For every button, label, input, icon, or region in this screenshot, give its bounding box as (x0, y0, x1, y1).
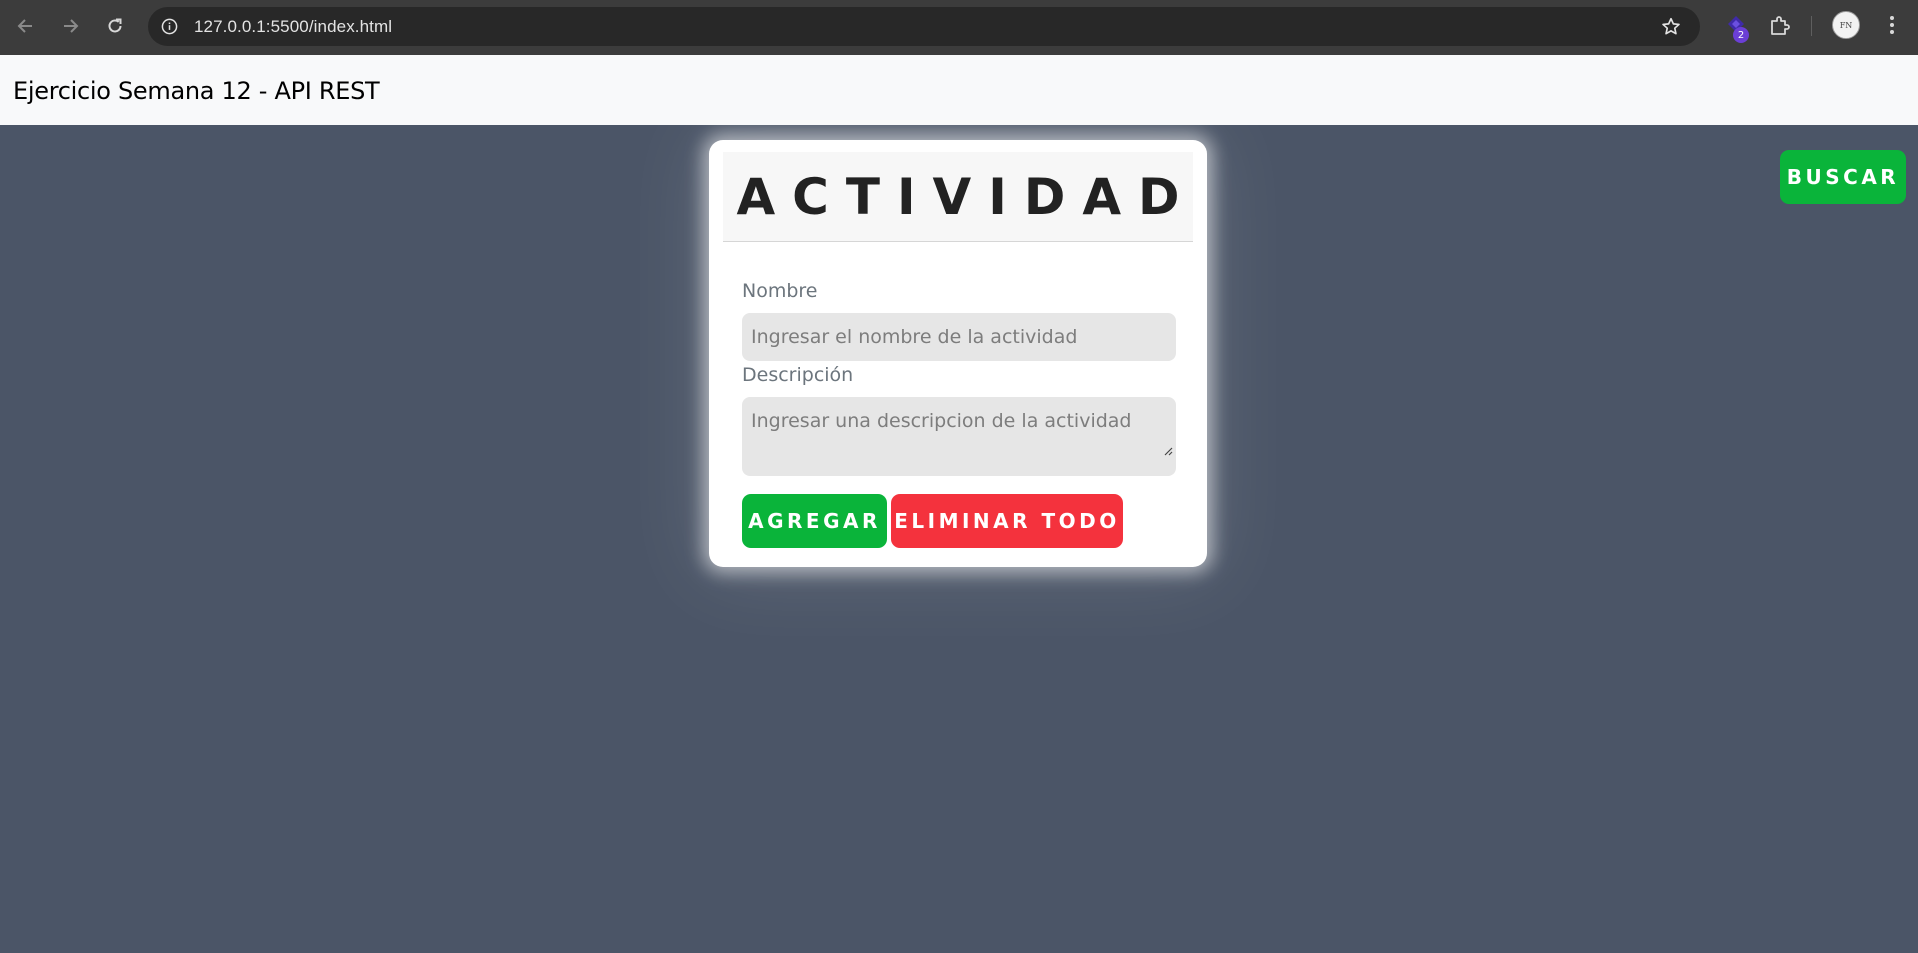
info-icon[interactable] (161, 18, 178, 35)
add-button[interactable]: AGREGAR (742, 494, 887, 548)
browser-toolbar: 127.0.0.1:5500/index.html 2 FN (0, 0, 1918, 55)
delete-all-button[interactable]: ELIMINAR TODO (891, 494, 1123, 548)
description-textarea[interactable] (742, 397, 1176, 476)
arrow-left-icon (17, 19, 32, 33)
description-label: Descripción (742, 364, 854, 386)
activity-form-card: ACTIVIDAD Nombre Descripción AGREGAR ELI… (709, 140, 1207, 567)
form-title: ACTIVIDAD (736, 167, 1197, 226)
card-header: ACTIVIDAD (723, 152, 1193, 242)
back-button[interactable] (13, 13, 39, 39)
toolbar-divider (1811, 16, 1812, 36)
forward-button[interactable] (57, 13, 83, 39)
name-label: Nombre (742, 280, 818, 302)
reload-button[interactable] (102, 13, 128, 39)
profile-avatar[interactable]: FN (1832, 11, 1860, 39)
search-button[interactable]: BUSCAR (1780, 150, 1906, 204)
name-input[interactable] (742, 313, 1176, 361)
resize-grip-icon[interactable] (1163, 446, 1173, 456)
url-text[interactable]: 127.0.0.1:5500/index.html (194, 17, 392, 37)
extension-badge: 2 (1733, 27, 1749, 43)
address-bar[interactable]: 127.0.0.1:5500/index.html (148, 7, 1700, 46)
bookmark-star-icon[interactable] (1660, 16, 1682, 38)
page-content: BUSCAR ACTIVIDAD Nombre Descripción AGRE… (0, 125, 1918, 953)
navbar-brand[interactable]: Ejercicio Semana 12 - API REST (13, 77, 380, 105)
puzzle-icon[interactable] (1766, 12, 1794, 40)
arrow-right-icon (64, 19, 79, 33)
menu-dots-icon[interactable] (1880, 13, 1904, 37)
reload-icon (108, 18, 122, 33)
navbar: Ejercicio Semana 12 - API REST (0, 55, 1918, 125)
